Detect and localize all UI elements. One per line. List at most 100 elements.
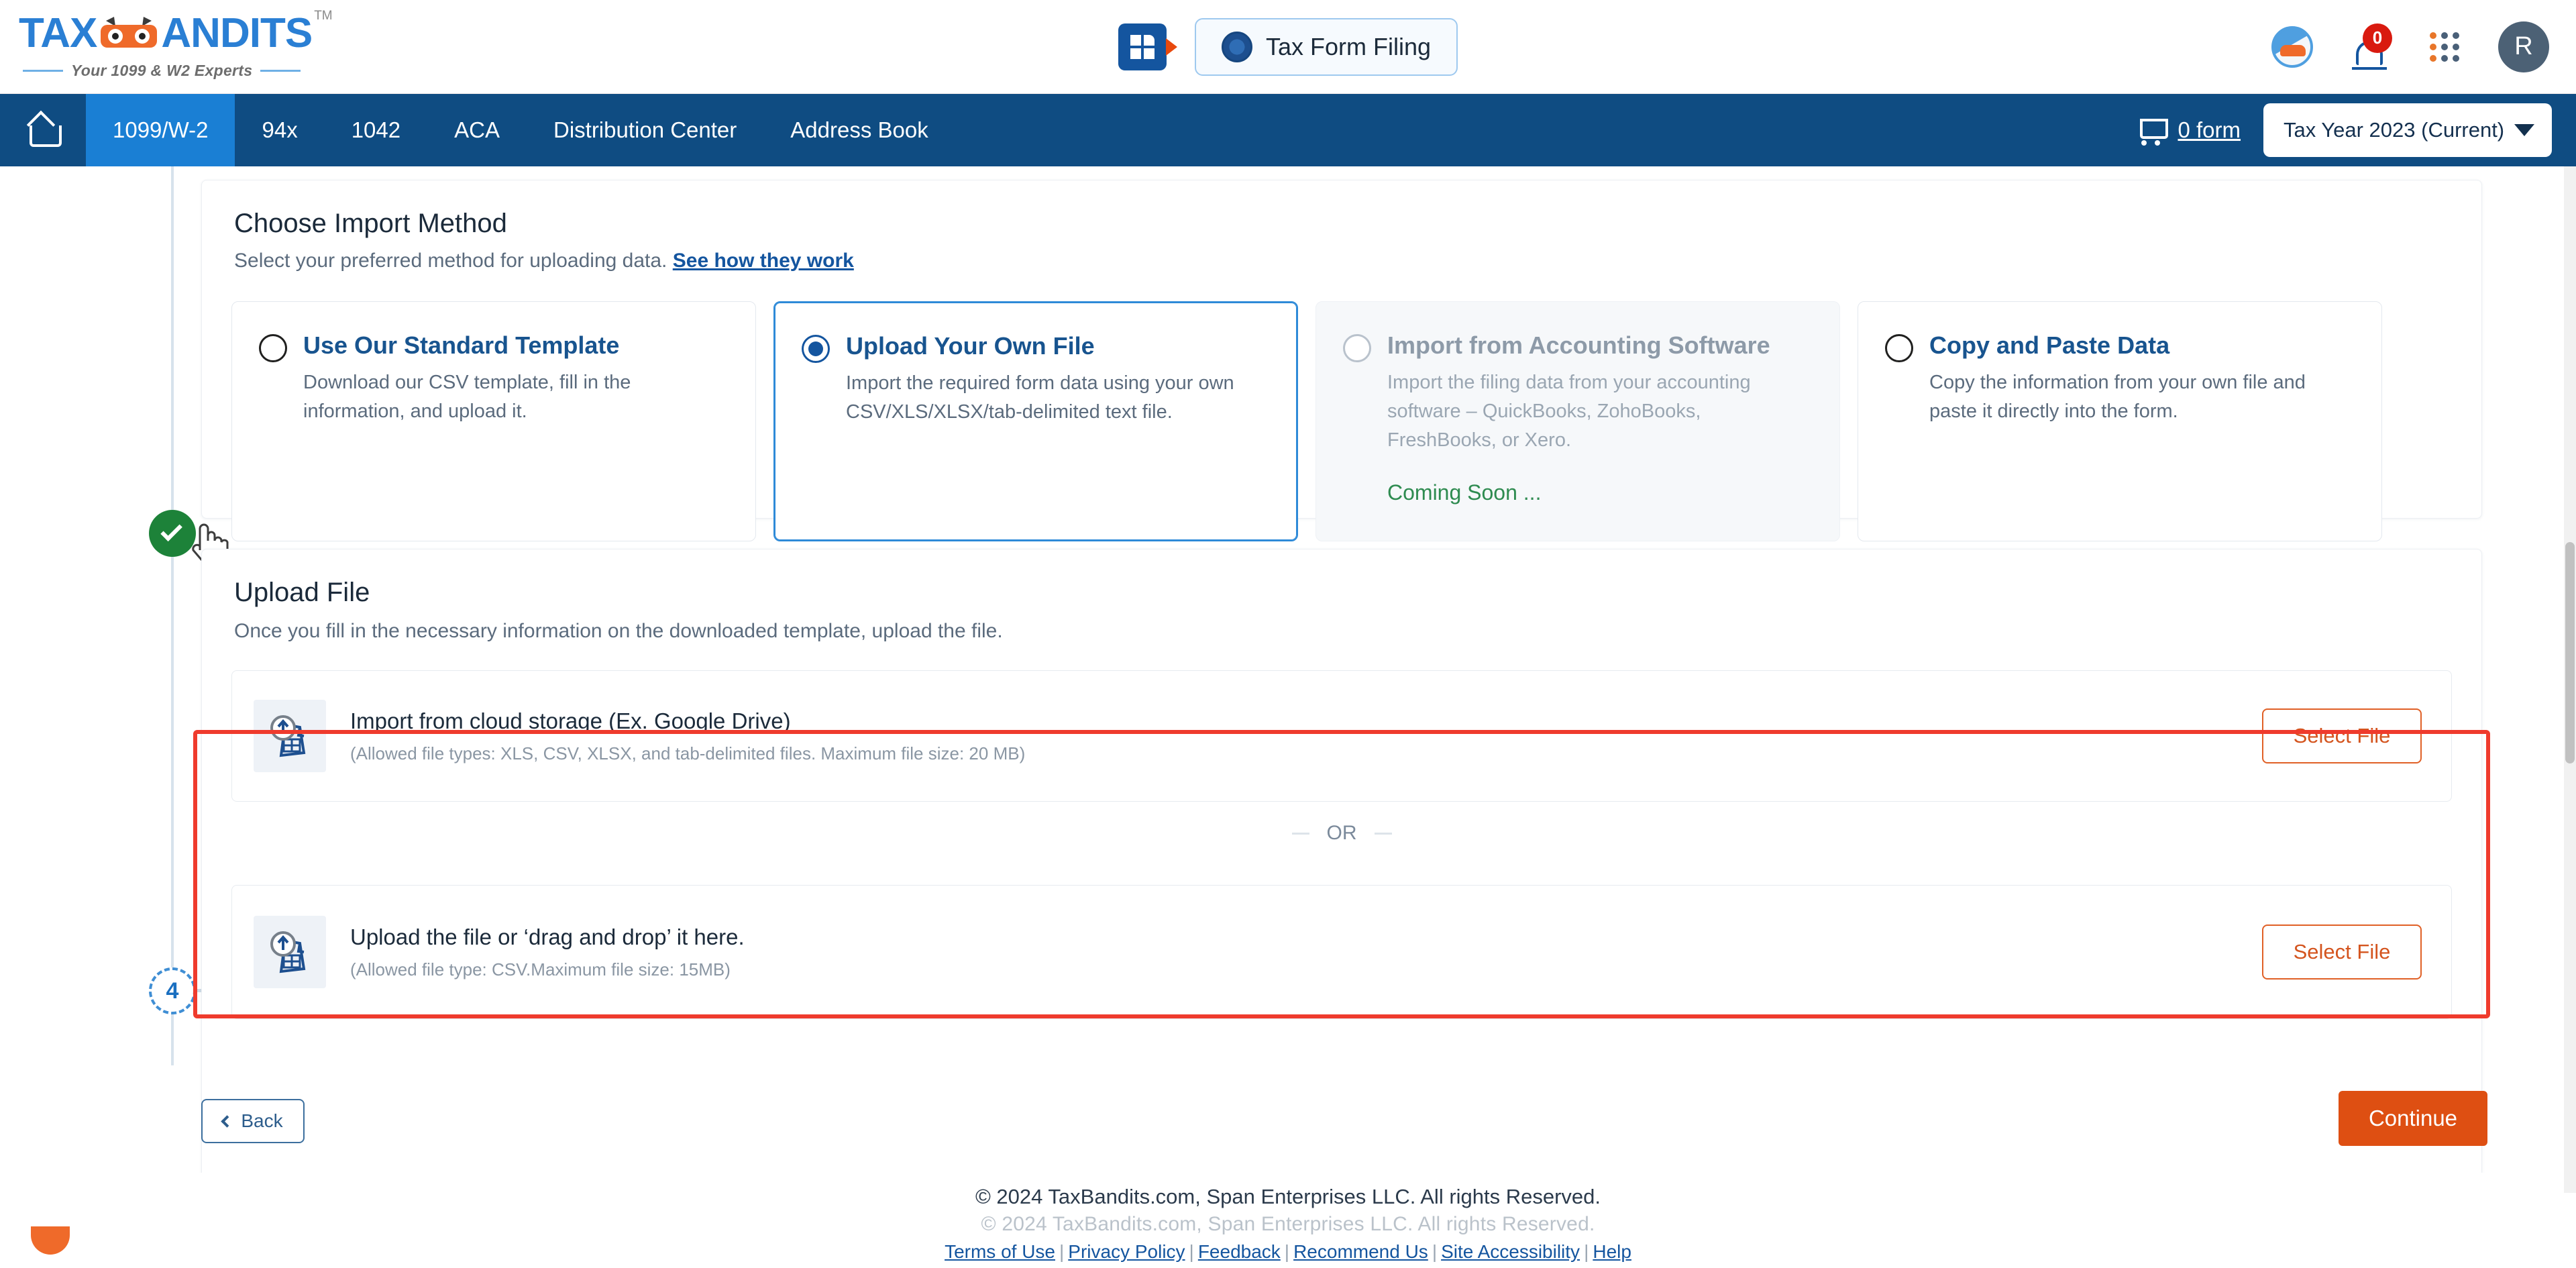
nav-home-button[interactable] bbox=[0, 94, 86, 166]
radio-upload-own-file[interactable] bbox=[802, 335, 830, 363]
option-description: Download our CSV template, fill in the i… bbox=[303, 372, 631, 423]
file-upload-icon bbox=[254, 916, 326, 988]
nav-label: Address Book bbox=[790, 117, 928, 142]
footer-sep: | bbox=[1584, 1241, 1589, 1262]
app-grid-icon bbox=[1130, 34, 1155, 59]
brand-logo[interactable]: TAX ANDITS TM Your 1099 & W2 Experts bbox=[19, 9, 334, 83]
upload-file-panel: Upload File Once you fill in the necessa… bbox=[201, 549, 2482, 1220]
copyright-text: © 2024 TaxBandits.com, Span Enterprises … bbox=[975, 1185, 1601, 1208]
footer-link-feedback[interactable]: Feedback bbox=[1198, 1241, 1281, 1262]
home-icon bbox=[28, 116, 62, 147]
footer-sep: | bbox=[1284, 1241, 1290, 1262]
footer-link-recommend-us[interactable]: Recommend Us bbox=[1293, 1241, 1428, 1262]
nav-item-address-book[interactable]: Address Book bbox=[763, 94, 955, 166]
nav-label: Distribution Center bbox=[553, 117, 737, 142]
chevron-left-icon bbox=[221, 1114, 234, 1128]
bandit-mask-icon bbox=[98, 15, 160, 54]
tax-form-filing-label: Tax Form Filing bbox=[1265, 32, 1432, 60]
option-title: Use Our Standard Template bbox=[303, 331, 620, 359]
nav-item-aca[interactable]: ACA bbox=[427, 94, 527, 166]
divider-dash-left bbox=[1291, 832, 1309, 835]
vertical-scrollbar[interactable] bbox=[2564, 166, 2576, 1193]
back-button-label: Back bbox=[241, 1110, 283, 1131]
avatar[interactable]: R bbox=[2498, 21, 2549, 72]
logo-text-bandits: ANDITS bbox=[161, 10, 313, 56]
option-title: Copy and Paste Data bbox=[1929, 331, 2170, 359]
nav-label: ACA bbox=[454, 117, 500, 142]
option-title: Import from Accounting Software bbox=[1387, 331, 1770, 359]
header-right-icons: 0 R bbox=[2271, 21, 2549, 72]
divider-dash-right bbox=[1374, 832, 1392, 835]
choose-import-method-panel: Choose Import Method Select your preferr… bbox=[201, 180, 2482, 541]
nav-label: 94x bbox=[262, 117, 298, 142]
nav-right-group: 0 form Tax Year 2023 (Current) bbox=[2135, 94, 2576, 166]
import-method-header: Choose Import Method Select your preferr… bbox=[202, 180, 2481, 272]
option-title: Upload Your Own File bbox=[846, 332, 1095, 360]
radio-accounting-software bbox=[1343, 334, 1371, 362]
owl-assistant-icon[interactable] bbox=[2271, 25, 2313, 68]
page-title: Choose Import Method bbox=[234, 209, 507, 238]
app-switcher-button[interactable] bbox=[1118, 23, 1167, 70]
nav-item-distribution-center[interactable]: Distribution Center bbox=[527, 94, 763, 166]
or-label: OR bbox=[1326, 822, 1357, 844]
page-footer: © 2024 TaxBandits.com, Span Enterprises … bbox=[0, 1173, 2576, 1268]
option-description: Import the filing data from your account… bbox=[1387, 372, 1751, 452]
step-progress-line bbox=[171, 166, 174, 1065]
nav-item-1099-w2[interactable]: 1099/W-2 bbox=[86, 94, 235, 166]
tax-form-filing-tab[interactable]: Tax Form Filing bbox=[1194, 17, 1458, 76]
footer-links: Terms of Use | Privacy Policy | Feedback | Rec… bbox=[0, 1241, 2576, 1263]
import-method-subtitle: Select your preferred method for uploadi… bbox=[234, 250, 2449, 272]
chevron-down-icon bbox=[2514, 124, 2534, 136]
cloud-storage-upload-row[interactable]: Import from cloud storage (Ex. Google Dr… bbox=[231, 670, 2452, 802]
nav-item-94x[interactable]: 94x bbox=[235, 94, 324, 166]
cart-link[interactable]: 0 form bbox=[2135, 117, 2241, 146]
option-description: Copy the information from your own file … bbox=[1929, 372, 2306, 423]
scrollbar-thumb[interactable] bbox=[2565, 542, 2575, 763]
back-button[interactable]: Back bbox=[201, 1099, 305, 1143]
nav-item-1042[interactable]: 1042 bbox=[325, 94, 427, 166]
cart-form-count: 0 form bbox=[2178, 117, 2241, 142]
footer-link-privacy-policy[interactable]: Privacy Policy bbox=[1068, 1241, 1185, 1262]
app-header: TAX ANDITS TM Your 1099 & W2 Experts Tax… bbox=[0, 0, 2576, 94]
main-content: 4 Choose Import Method Select your prefe… bbox=[0, 166, 2576, 1220]
logo-text-tax: TAX bbox=[19, 10, 97, 56]
drag-drop-text: Upload the file or ‘drag and drop’ it he… bbox=[350, 924, 745, 980]
drag-and-drop-upload-row[interactable]: Upload the file or ‘drag and drop’ it he… bbox=[231, 885, 2452, 1019]
see-how-they-work-link[interactable]: See how they work bbox=[673, 250, 854, 272]
radio-copy-paste-data[interactable] bbox=[1885, 334, 1913, 362]
upload-file-header: Upload File Once you fill in the necessa… bbox=[202, 549, 2481, 643]
cloud-storage-title: Import from cloud storage (Ex. Google Dr… bbox=[350, 708, 791, 733]
continue-button[interactable]: Continue bbox=[2339, 1091, 2487, 1146]
footer-link-site-accessibility[interactable]: Site Accessibility bbox=[1441, 1241, 1580, 1262]
trademark-symbol: TM bbox=[314, 9, 333, 23]
tax-year-value: Tax Year 2023 (Current) bbox=[2284, 118, 2505, 142]
radio-standard-template[interactable] bbox=[259, 334, 287, 362]
logo-tagline: Your 1099 & W2 Experts bbox=[71, 62, 253, 79]
irs-seal-icon bbox=[1221, 31, 1252, 62]
import-option-accounting-software: Import from Accounting Software Import t… bbox=[1316, 301, 1840, 541]
nav-label: 1099/W-2 bbox=[113, 117, 209, 142]
import-method-subtitle-text: Select your preferred method for uploadi… bbox=[234, 250, 667, 272]
footer-link-terms-of-use[interactable]: Terms of Use bbox=[945, 1241, 1055, 1262]
apps-grid-icon[interactable] bbox=[2430, 32, 2459, 62]
import-option-copy-paste[interactable]: Copy and Paste Data Copy the information… bbox=[1858, 301, 2382, 541]
footer-link-help[interactable]: Help bbox=[1593, 1241, 1631, 1262]
import-method-options: Use Our Standard Template Download our C… bbox=[231, 301, 2382, 541]
tax-year-select[interactable]: Tax Year 2023 (Current) bbox=[2263, 103, 2552, 157]
coming-soon-label: Coming Soon ... bbox=[1387, 480, 1542, 505]
option-description: Import the required form data using your… bbox=[846, 372, 1234, 423]
select-file-button-local[interactable]: Select File bbox=[2262, 924, 2422, 980]
select-file-button-cloud[interactable]: Select File bbox=[2262, 708, 2422, 763]
footer-sep: | bbox=[1189, 1241, 1194, 1262]
or-divider: OR bbox=[231, 822, 2452, 845]
upload-file-subtitle: Once you fill in the necessary informati… bbox=[234, 620, 1003, 642]
drag-drop-title: Upload the file or ‘drag and drop’ it he… bbox=[350, 924, 745, 949]
nav-label: 1042 bbox=[351, 117, 401, 142]
notification-bell-icon[interactable]: 0 bbox=[2352, 23, 2392, 70]
import-option-standard-template[interactable]: Use Our Standard Template Download our C… bbox=[231, 301, 756, 541]
header-center-group: Tax Form Filing bbox=[1118, 17, 1458, 76]
import-option-upload-own-file[interactable]: Upload Your Own File Import the required… bbox=[773, 301, 1298, 541]
footer-sep: | bbox=[1059, 1241, 1065, 1262]
footer-sep: | bbox=[1432, 1241, 1438, 1262]
shopping-cart-icon bbox=[2135, 117, 2169, 146]
